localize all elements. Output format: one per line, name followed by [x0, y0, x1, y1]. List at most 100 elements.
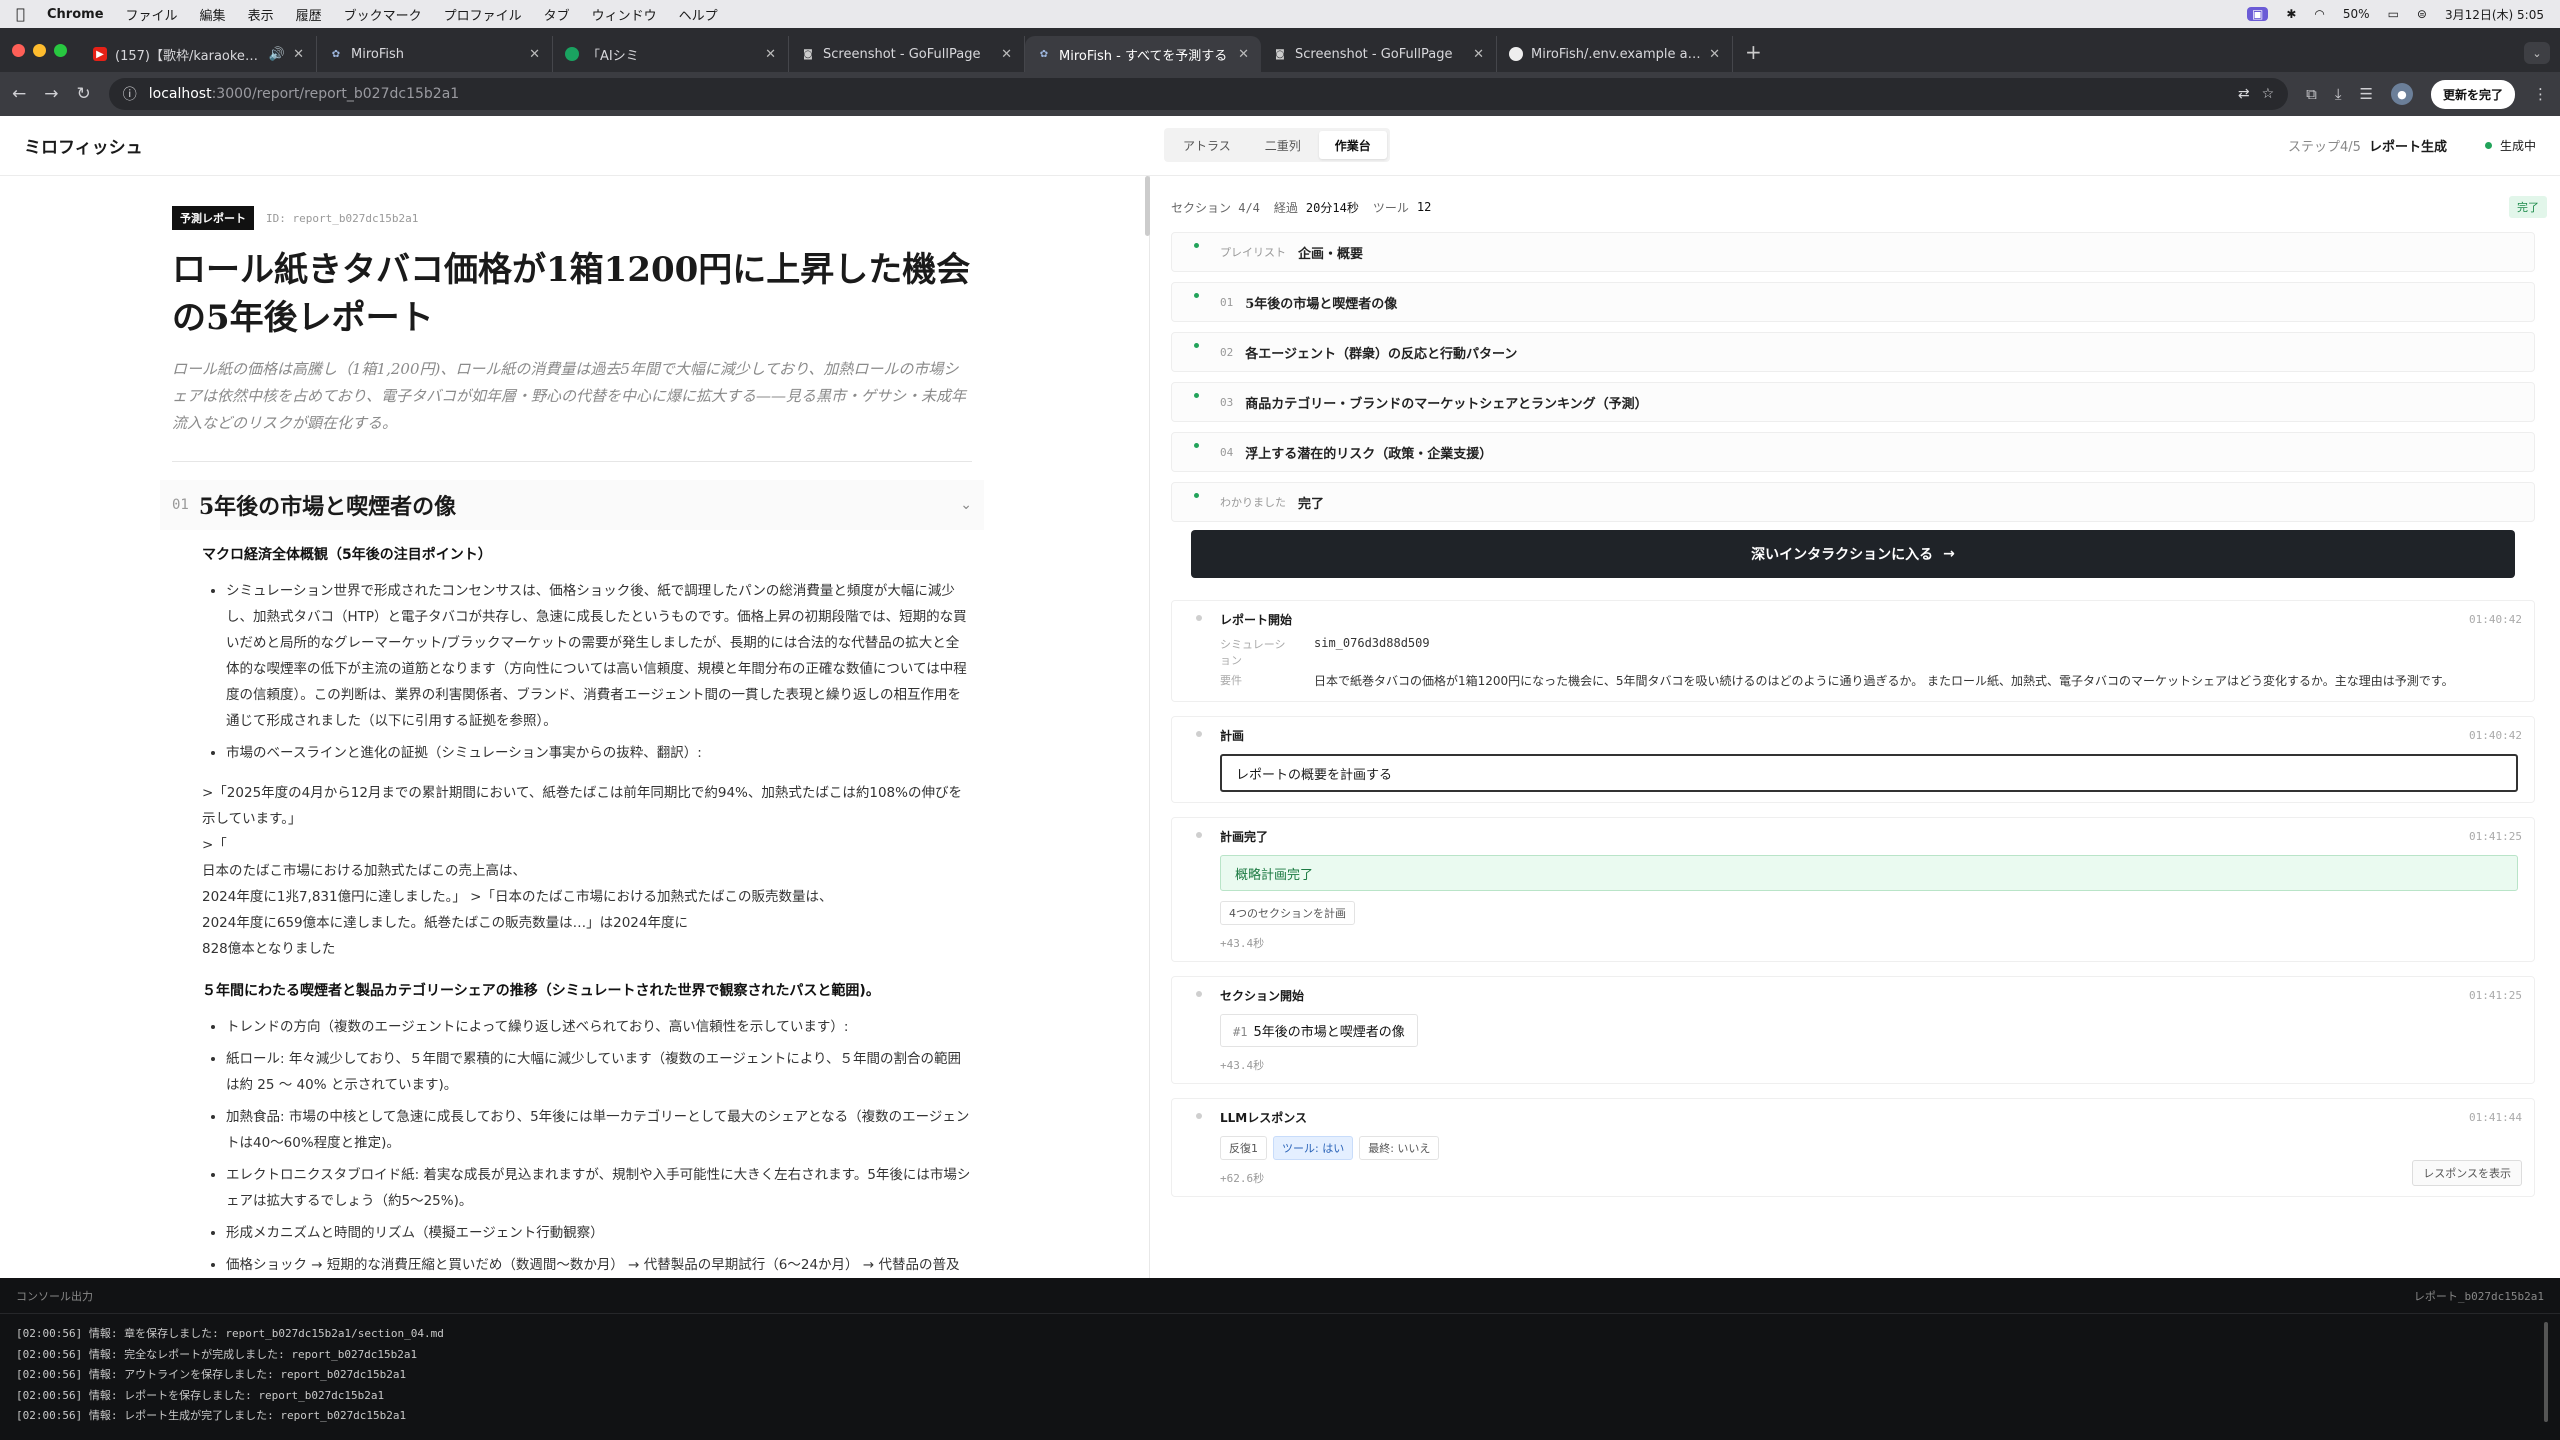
back-icon[interactable]: ←	[12, 84, 26, 104]
outline-item-01[interactable]: 01 5年後の市場と喫煙者の像	[1171, 282, 2535, 322]
deep-interaction-button[interactable]: 深いインタラクションに入る →	[1191, 530, 2515, 578]
menu-history[interactable]: 履歴	[296, 5, 322, 24]
browser-tab-active[interactable]: ✿ MiroFish - すべてを予測する ✕	[1025, 36, 1261, 72]
reading-list-icon[interactable]: ☰	[2360, 85, 2373, 103]
close-tab-icon[interactable]: ✕	[1709, 47, 1720, 62]
address-bar[interactable]: ⓘ localhost:3000/report/report_b027dc15b…	[108, 78, 2289, 110]
section-number: 01	[172, 497, 189, 513]
extensions-icon[interactable]: ⧉	[2306, 85, 2317, 103]
timeline-dot	[1196, 615, 1202, 621]
menu-file[interactable]: ファイル	[126, 5, 178, 24]
reload-icon[interactable]: ↻	[77, 84, 91, 104]
report-tag: 予測レポート	[172, 206, 254, 230]
battery-percent[interactable]: 50%	[2343, 7, 2370, 21]
event-time: 01:41:25	[2469, 989, 2522, 1002]
status-dot	[1194, 343, 1199, 348]
close-tab-icon[interactable]: ✕	[1238, 47, 1249, 62]
close-tab-icon[interactable]: ✕	[1001, 47, 1012, 62]
outline-item-planning[interactable]: プレイリスト 企画・概要	[1171, 232, 2535, 272]
list-item: エレクトロニクスタブロイド紙: 着実な成長が見込まれますが、規制や入手可能性に大…	[226, 1162, 972, 1214]
console-line: [02:00:56] 情報: アウトラインを保存しました: report_b02…	[16, 1368, 407, 1381]
list-item: 市場のベースラインと進化の証拠（シミュレーション事実からの抜粋、翻訳）:	[226, 740, 972, 766]
bluetooth-icon[interactable]: ✱	[2286, 7, 2296, 21]
console-title: コンソール出力	[16, 1289, 93, 1303]
menu-help[interactable]: ヘルプ	[679, 5, 718, 24]
browser-tab[interactable]: ◙ Screenshot - GoFullPage ✕	[1261, 36, 1497, 72]
outline-item-04[interactable]: 04 浮上する潜在的リスク（政策・企業支援）	[1171, 432, 2535, 472]
translate-icon[interactable]: ⇄	[2238, 86, 2250, 102]
report-panel[interactable]: 予測レポート ID: report_b027dc15b2a1 ロール紙きタバコ価…	[0, 176, 1150, 1278]
camera-icon: ◙	[1275, 48, 1285, 60]
close-tab-icon[interactable]: ✕	[293, 47, 304, 62]
section-header[interactable]: 01 5年後の市場と喫煙者の像 ⌄	[160, 480, 984, 530]
console-line: [02:00:56] 情報: 完全なレポートが完成しました: report_b0…	[16, 1347, 418, 1361]
url-host: localhost	[148, 86, 212, 102]
outline-item-03[interactable]: 03 商品カテゴリー・ブランドのマーケットシェアとランキング（予測）	[1171, 382, 2535, 422]
close-tab-icon[interactable]: ✕	[1473, 47, 1484, 62]
menu-view[interactable]: 表示	[248, 5, 274, 24]
event-title: レポート開始	[1220, 613, 1293, 627]
quote-line: >「2025年度の4月から12月までの累計期間において、紙巻たばこは前年同期比で…	[202, 785, 962, 827]
quote-line: 2024年度に659億本に達しました。紙巻たばこの販売数量は…」は2024年度に	[202, 915, 688, 931]
subheading: マクロ経済全体概観（5年後の注目ポイント）	[202, 547, 492, 563]
menu-window[interactable]: ウィンドウ	[592, 5, 657, 24]
elapsed-time: 20分14秒	[1305, 200, 1359, 215]
minimize-window-button[interactable]	[33, 44, 46, 57]
wifi-icon[interactable]: ◠	[2314, 7, 2324, 21]
outline-item-02[interactable]: 02 各エージェント（群衆）の反応と行動パターン	[1171, 332, 2535, 372]
profile-avatar[interactable]: ●	[2390, 83, 2413, 105]
show-response-button[interactable]: レスポンスを表示	[2412, 1160, 2522, 1186]
menu-app-name[interactable]: Chrome	[47, 7, 104, 22]
close-window-button[interactable]	[12, 44, 25, 57]
view-tab-dual[interactable]: 二重列	[1249, 131, 1317, 159]
audio-icon[interactable]: 🔊	[269, 47, 285, 62]
view-tab-workbench[interactable]: 作業台	[1318, 131, 1387, 159]
close-tab-icon[interactable]: ✕	[765, 47, 776, 62]
iteration-chip: 反復1	[1220, 1136, 1267, 1160]
browser-tab[interactable]: 「AIシミ ✕	[553, 36, 789, 72]
close-tab-icon[interactable]: ✕	[529, 47, 540, 62]
new-tab-button[interactable]: +	[1733, 40, 1774, 72]
download-icon[interactable]: ⤓	[2335, 85, 2342, 103]
browser-tab[interactable]: ◙ Screenshot - GoFullPage ✕	[789, 36, 1025, 72]
section-body: マクロ経済全体概観（5年後の注目ポイント） シミュレーション世界で形成されたコン…	[172, 542, 972, 1278]
list-item: シミュレーション世界で形成されたコンセンサスは、価格ショック後、紙で調理したパン…	[226, 578, 972, 734]
forward-icon[interactable]: →	[44, 84, 58, 104]
zoom-window-button[interactable]	[54, 44, 67, 57]
menu-profile[interactable]: プロファイル	[444, 5, 522, 24]
app-brand[interactable]: ミロフィッシュ	[24, 133, 143, 158]
browser-tab[interactable]: ✿ MiroFish ✕	[317, 36, 553, 72]
quote-line: >「	[202, 837, 227, 853]
menu-tab[interactable]: タブ	[544, 5, 570, 24]
screen-share-icon[interactable]: ▣	[2247, 7, 2269, 21]
elapsed-label: 経過	[1273, 200, 1298, 215]
status-dot	[1194, 243, 1199, 248]
apple-icon[interactable]: 	[16, 5, 25, 23]
menu-edit[interactable]: 編集	[200, 5, 226, 24]
browser-tab[interactable]: ▶(157)【歌枠/karaoke】花粉🔊✕	[81, 36, 317, 72]
console-scrollbar[interactable]	[2544, 1322, 2548, 1422]
macos-menu-bar:  Chrome ファイル 編集 表示 履歴 ブックマーク プロファイル タブ …	[0, 0, 2560, 28]
tab-search-icon[interactable]: ⌄	[2524, 42, 2550, 64]
status-dot	[1194, 293, 1199, 298]
more-menu-icon[interactable]: ⋮	[2533, 85, 2548, 103]
report-scrollbar[interactable]	[1145, 176, 1150, 236]
quote-line: 828億本となりました	[202, 941, 336, 957]
final-chip: 最終: いいえ	[1359, 1136, 1440, 1160]
control-center-icon[interactable]: ⊜	[2417, 7, 2427, 21]
outline-item-complete[interactable]: わかりました 完了	[1171, 482, 2535, 522]
event-time: 01:41:25	[2469, 830, 2522, 843]
section-chip[interactable]: #1 5年後の市場と喫煙者の像	[1220, 1014, 1418, 1047]
bookmark-star-icon[interactable]: ☆	[2262, 86, 2275, 102]
browser-tab[interactable]: MiroFish/.env.example at mai✕	[1497, 36, 1733, 72]
workspace-panel[interactable]: セクション 4/4 経過 20分14秒 ツール 12 完了 プレイリスト 企画・概…	[1151, 176, 2560, 1278]
console-line: [02:00:56] 情報: レポート生成が完了しました: report_b02…	[16, 1409, 407, 1422]
menu-bookmarks[interactable]: ブックマーク	[344, 5, 422, 24]
view-tab-atlas[interactable]: アトラス	[1167, 131, 1247, 159]
site-info-icon[interactable]: ⓘ	[123, 84, 137, 104]
clock[interactable]: 3月12日(木) 5:05	[2445, 6, 2544, 23]
camera-icon: ◙	[803, 48, 813, 60]
event-title: 計画	[1220, 729, 1245, 743]
update-button[interactable]: 更新を完了	[2430, 79, 2515, 109]
chevron-down-icon[interactable]: ⌄	[960, 497, 972, 513]
